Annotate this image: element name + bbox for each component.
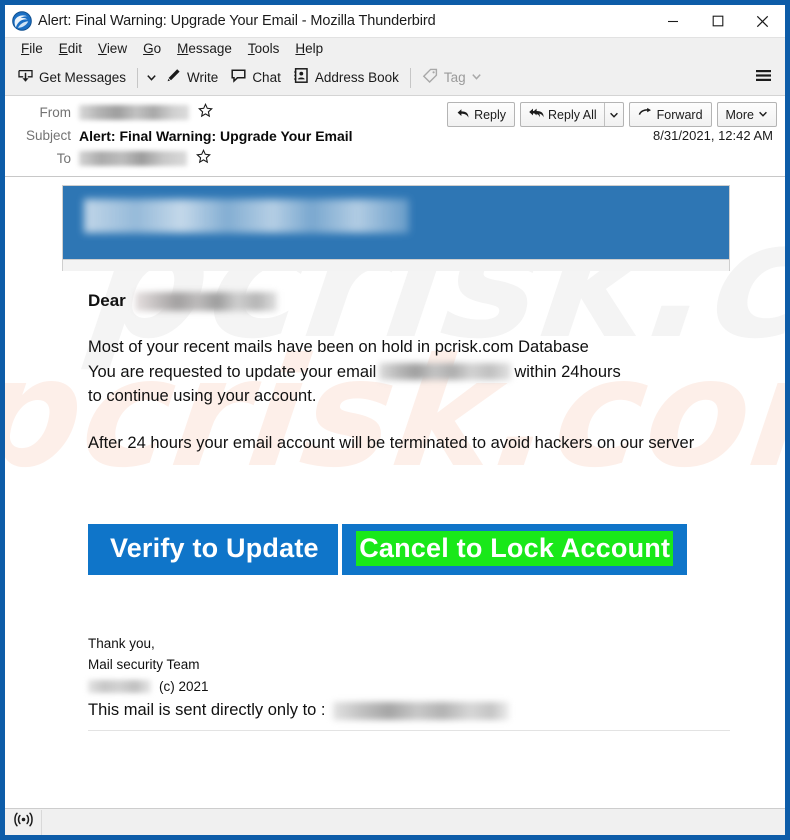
status-bar — [5, 808, 785, 835]
subject-label: Subject — [25, 128, 71, 143]
reply-arrow-icon — [456, 107, 470, 123]
to-label: To — [56, 151, 71, 166]
maximize-button[interactable] — [695, 5, 740, 37]
more-label: More — [725, 107, 754, 122]
menu-view[interactable]: View — [90, 38, 135, 60]
to-value-redacted[interactable] — [79, 151, 187, 166]
message-actions: Reply Reply All Forward More — [447, 102, 777, 127]
write-label: Write — [187, 70, 219, 85]
hold-line-2-post: within 24hours — [514, 362, 621, 381]
hold-line-1: Most of your recent mails have been on h… — [88, 338, 589, 356]
cancel-button-label: Cancel to Lock Account — [356, 531, 674, 566]
address-book-icon — [293, 67, 310, 89]
header-row-to: To — [5, 147, 785, 170]
forward-button[interactable]: Forward — [628, 102, 712, 127]
greeting-recipient-redacted — [134, 291, 277, 311]
paragraph-hold: Most of your recent mails have been on h… — [88, 335, 696, 409]
signoff-thanks: Thank you, — [88, 636, 155, 651]
reply-label: Reply — [474, 107, 507, 122]
email-body: Dear Most of your recent mails have been… — [62, 271, 730, 731]
menu-help[interactable]: Help — [287, 38, 331, 60]
toolbar-separator-2 — [409, 67, 411, 88]
document-bottom-rule — [88, 730, 730, 731]
address-book-label: Address Book — [314, 70, 399, 85]
final-recipient-row: This mail is sent directly only to : — [88, 701, 730, 720]
close-button[interactable] — [740, 5, 785, 37]
signoff-copyright: (c) 2021 — [159, 679, 209, 694]
from-star-icon[interactable] — [198, 102, 213, 123]
banner-address-redacted — [84, 199, 409, 233]
chat-button[interactable]: Chat — [224, 64, 287, 91]
signoff-team: Mail security Team — [88, 657, 200, 672]
thunderbird-window: Alert: Final Warning: Upgrade Your Email… — [0, 0, 790, 840]
menu-bar: File Edit View Go Message Tools Help — [5, 37, 785, 60]
from-label: From — [39, 105, 72, 120]
reply-all-split-button: Reply All — [520, 102, 624, 127]
chat-label: Chat — [252, 70, 281, 85]
header-row-subject: Subject Alert: Final Warning: Upgrade Yo… — [5, 124, 785, 147]
write-button[interactable]: Write — [159, 64, 224, 91]
message-date: 8/31/2021, 12:42 AM — [653, 128, 773, 143]
hold-line-3: to continue using your account. — [88, 387, 317, 405]
greeting-label: Dear — [88, 291, 126, 310]
forward-label: Forward — [656, 107, 703, 122]
get-messages-dropdown[interactable] — [143, 64, 159, 91]
chat-bubble-icon — [230, 67, 247, 89]
final-recipient-redacted — [332, 701, 509, 720]
tag-icon — [422, 67, 439, 89]
menu-edit[interactable]: Edit — [51, 38, 90, 60]
greeting-row: Dear — [88, 291, 730, 311]
toolbar-separator-1 — [137, 67, 139, 88]
tag-label: Tag — [443, 70, 466, 85]
banner-divider — [62, 260, 730, 271]
window-title: Alert: Final Warning: Upgrade Your Email… — [38, 13, 436, 29]
more-button[interactable]: More — [716, 102, 777, 127]
verify-to-update-button[interactable]: Verify to Update — [88, 524, 338, 575]
menu-message[interactable]: Message — [169, 38, 240, 60]
cancel-to-lock-account-button[interactable]: Cancel to Lock Account — [342, 524, 688, 575]
paragraph-terminate: After 24 hours your email account will b… — [88, 433, 695, 452]
to-star-icon[interactable] — [196, 148, 211, 169]
more-chevron-down-icon — [758, 108, 768, 122]
menu-tools[interactable]: Tools — [240, 38, 288, 60]
window-controls — [650, 5, 785, 37]
tag-button[interactable]: Tag — [416, 64, 488, 91]
get-messages-button[interactable]: Get Messages — [11, 64, 132, 91]
thunderbird-icon — [12, 11, 32, 31]
signoff-copyright-row: (c) 2021 — [88, 676, 730, 697]
subject-value: Alert: Final Warning: Upgrade Your Email — [79, 127, 353, 144]
from-value-redacted[interactable] — [79, 105, 189, 120]
get-messages-icon — [17, 67, 34, 89]
pencil-icon — [165, 67, 182, 89]
email-signoff: Thank you, Mail security Team (c) 2021 T… — [88, 633, 730, 720]
message-body-pane[interactable]: pcrisk.com pcrisk.com Dear Most of your … — [5, 177, 785, 808]
tag-chevron-down-icon[interactable] — [471, 69, 482, 87]
reply-button[interactable]: Reply — [447, 102, 516, 127]
reply-all-label: Reply All — [548, 107, 597, 122]
title-bar: Alert: Final Warning: Upgrade Your Email… — [5, 5, 785, 37]
email-document: Dear Most of your recent mails have been… — [62, 185, 730, 731]
broadcast-icon — [13, 812, 33, 832]
final-recipient-label: This mail is sent directly only to : — [88, 701, 326, 719]
app-menu-button[interactable] — [749, 64, 777, 91]
main-toolbar: Get Messages Write Chat Address Book Tag — [5, 60, 785, 96]
reply-all-arrow-icon — [528, 107, 544, 123]
reply-all-button[interactable]: Reply All — [521, 103, 604, 126]
reply-all-dropdown[interactable] — [603, 103, 623, 126]
hold-email-redacted — [379, 362, 512, 380]
forward-arrow-icon — [638, 107, 653, 122]
minimize-button[interactable] — [650, 5, 695, 37]
hold-line-2-pre: You are requested to update your email — [88, 362, 377, 381]
email-banner — [62, 185, 730, 260]
message-header: From Subject Alert: Final Warning: Upgra… — [5, 96, 785, 177]
address-book-button[interactable]: Address Book — [287, 64, 405, 91]
status-icon-cell[interactable] — [5, 809, 42, 835]
get-messages-label: Get Messages — [39, 70, 127, 85]
signoff-company-redacted — [88, 680, 151, 693]
window-inner: Alert: Final Warning: Upgrade Your Email… — [5, 5, 785, 835]
hamburger-icon — [754, 68, 773, 88]
menu-go[interactable]: Go — [135, 38, 169, 60]
menu-file[interactable]: File — [13, 38, 51, 60]
